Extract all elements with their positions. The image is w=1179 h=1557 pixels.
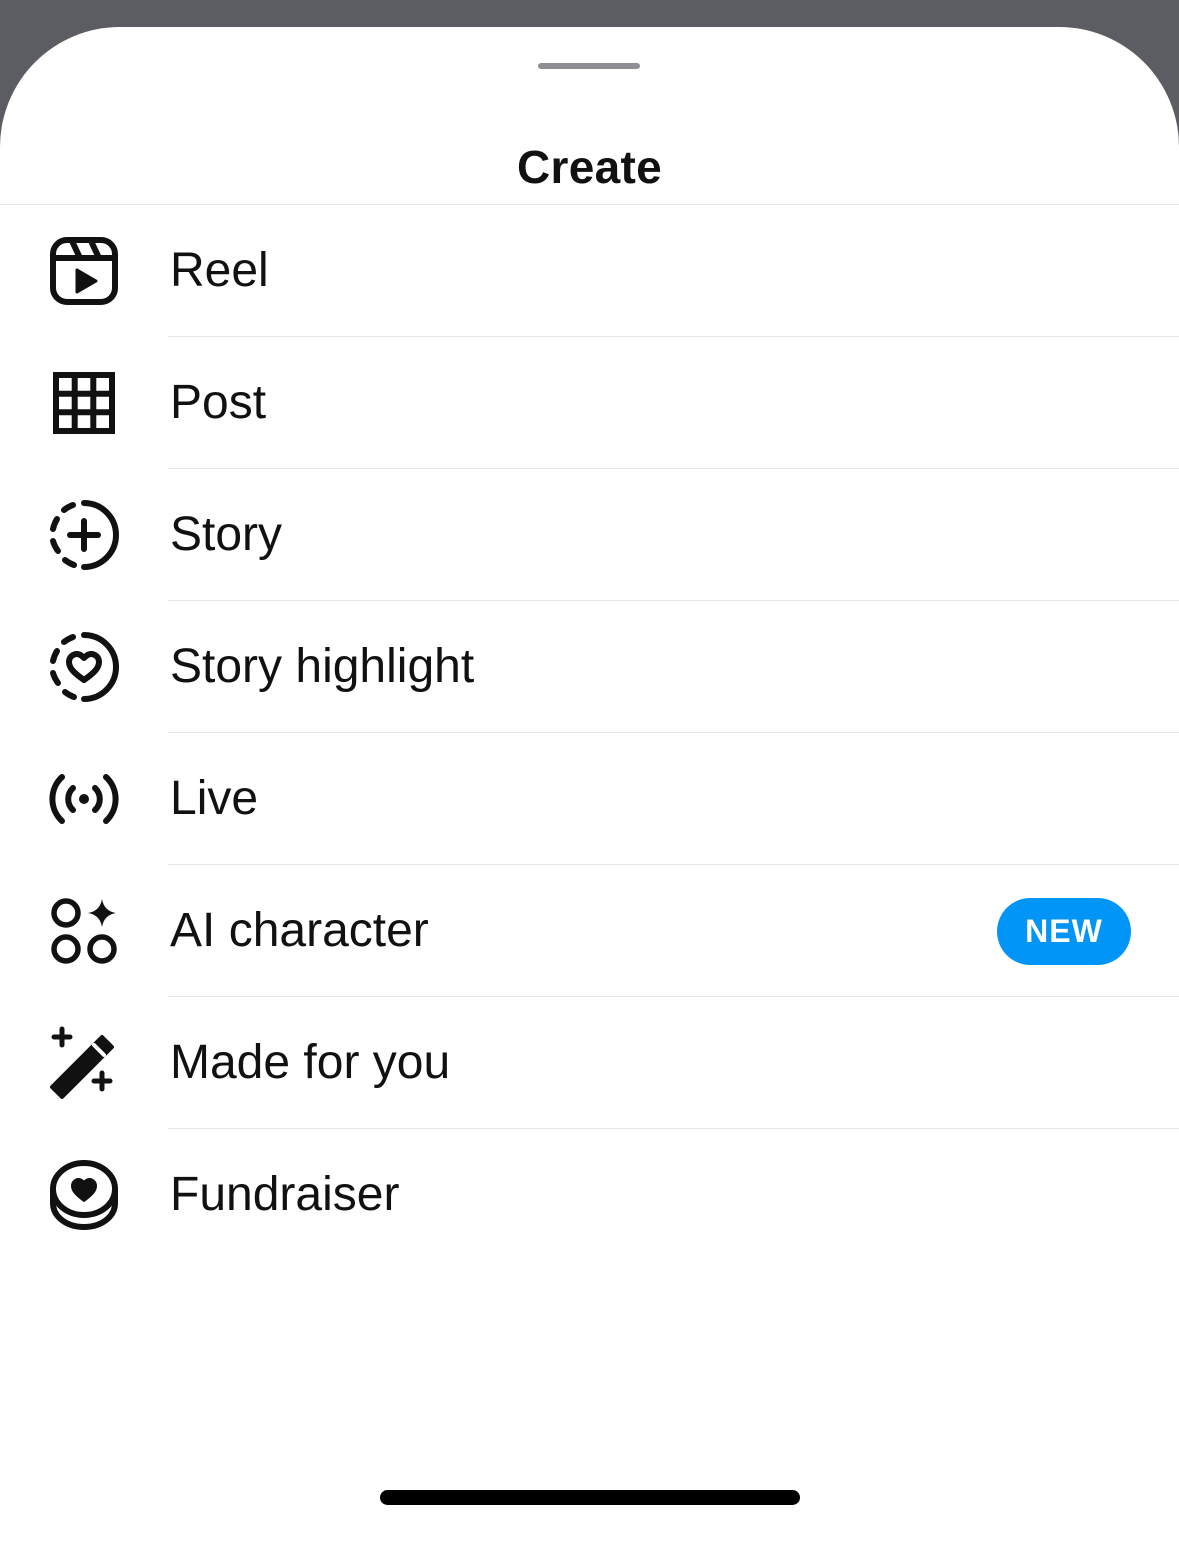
fundraiser-coin-icon (44, 1155, 124, 1235)
home-indicator[interactable] (380, 1490, 800, 1505)
sheet-title: Create (517, 141, 662, 193)
create-menu: Reel Post Story Story highlight Live AI … (0, 205, 1179, 1261)
menu-item-label: Story (170, 508, 283, 561)
menu-item-post[interactable]: Post (0, 337, 1179, 469)
menu-item-label: AI character (170, 904, 429, 957)
highlight-heart-icon (44, 627, 124, 707)
magic-wand-icon (44, 1023, 124, 1103)
menu-item-fundraiser[interactable]: Fundraiser (0, 1129, 1179, 1261)
ai-sparkle-icon (44, 891, 124, 971)
menu-item-story-highlight[interactable]: Story highlight (0, 601, 1179, 733)
reel-icon (44, 231, 124, 311)
story-add-icon (44, 495, 124, 575)
new-badge: NEW (997, 898, 1131, 965)
menu-item-made-for-you[interactable]: Made for you (0, 997, 1179, 1129)
live-broadcast-icon (44, 759, 124, 839)
menu-item-reel[interactable]: Reel (0, 205, 1179, 337)
menu-item-label: Post (170, 376, 267, 429)
sheet-grabber[interactable] (538, 63, 640, 69)
menu-item-ai-character[interactable]: AI character NEW (0, 865, 1179, 997)
menu-item-label: Made for you (170, 1036, 451, 1089)
grid-icon (44, 363, 124, 443)
menu-item-label: Live (170, 772, 259, 825)
menu-item-live[interactable]: Live (0, 733, 1179, 865)
menu-item-label: Story highlight (170, 640, 475, 693)
menu-item-label: Fundraiser (170, 1168, 400, 1221)
menu-item-story[interactable]: Story (0, 469, 1179, 601)
menu-item-label: Reel (170, 244, 269, 297)
